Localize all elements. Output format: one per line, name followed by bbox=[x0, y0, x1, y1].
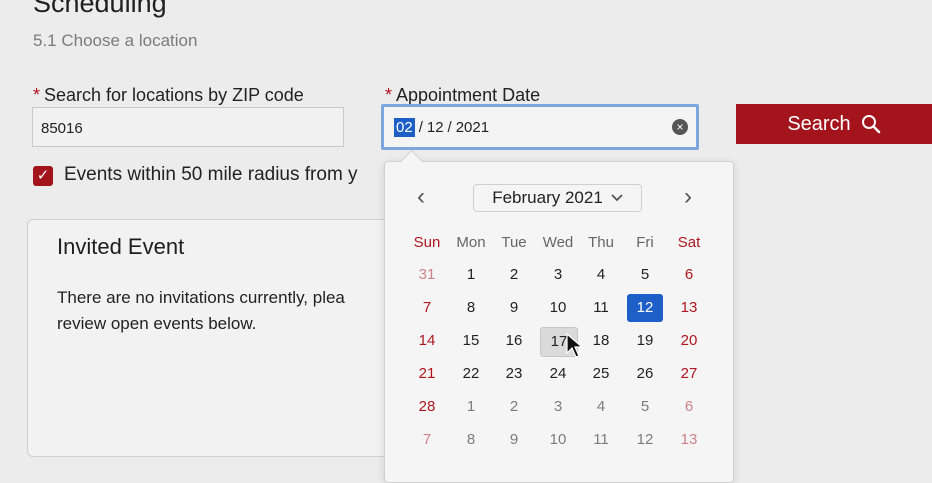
calendar-day[interactable]: 16 bbox=[496, 327, 532, 355]
calendar-day[interactable]: 10 bbox=[540, 426, 576, 454]
appointment-date-input[interactable]: 02 / 12 / 2021 × bbox=[381, 104, 699, 150]
calendar-day[interactable]: 23 bbox=[496, 360, 532, 388]
calendar-day[interactable]: 2 bbox=[496, 261, 532, 289]
weekday-label: Sun bbox=[413, 234, 441, 251]
calendar-day[interactable]: 26 bbox=[627, 360, 663, 388]
calendar-day[interactable]: 7 bbox=[409, 426, 445, 454]
calendar-day[interactable]: 9 bbox=[496, 294, 532, 322]
calendar-day[interactable]: 20 bbox=[671, 327, 707, 355]
date-field-label: * Appointment Date bbox=[385, 85, 540, 106]
calendar-day[interactable]: 9 bbox=[496, 426, 532, 454]
date-separator: / bbox=[447, 118, 452, 136]
search-button[interactable]: Search bbox=[736, 104, 932, 144]
mouse-cursor-icon bbox=[566, 333, 584, 358]
required-marker: * bbox=[385, 85, 393, 105]
date-label-text: Appointment Date bbox=[396, 85, 541, 105]
zip-label-text: Search for locations by ZIP code bbox=[44, 85, 304, 105]
date-separator: / bbox=[418, 118, 423, 136]
calendar-day[interactable]: 2 bbox=[496, 393, 532, 421]
calendar-day[interactable]: 21 bbox=[409, 360, 445, 388]
weekday-label: Wed bbox=[542, 234, 574, 251]
required-marker: * bbox=[33, 85, 41, 105]
weekday-label: Sat bbox=[677, 234, 701, 251]
weekday-label: Tue bbox=[501, 234, 527, 251]
calendar-day[interactable]: 11 bbox=[583, 294, 619, 322]
page-title: Scheduling bbox=[33, 0, 167, 18]
weekday-label: Fri bbox=[636, 234, 654, 251]
calendar-day[interactable]: 12 bbox=[627, 294, 663, 322]
calendar-day[interactable]: 14 bbox=[409, 327, 445, 355]
calendar-day[interactable]: 7 bbox=[409, 294, 445, 322]
calendar-day[interactable]: 10 bbox=[540, 294, 576, 322]
calendar-day[interactable]: 11 bbox=[583, 426, 619, 454]
calendar-day[interactable]: 25 bbox=[583, 360, 619, 388]
invited-event-message: There are no invitations currently, plea… bbox=[57, 285, 384, 337]
calendar-day[interactable]: 19 bbox=[627, 327, 663, 355]
calendar-day[interactable]: 3 bbox=[540, 261, 576, 289]
search-button-label: Search bbox=[787, 112, 851, 135]
calendar-day[interactable]: 13 bbox=[671, 426, 707, 454]
calendar-day[interactable]: 5 bbox=[627, 393, 663, 421]
calendar-day[interactable]: 18 bbox=[583, 327, 619, 355]
calendar-day[interactable]: 22 bbox=[453, 360, 489, 388]
calendar-day[interactable]: 3 bbox=[540, 393, 576, 421]
calendar-day[interactable]: 1 bbox=[453, 393, 489, 421]
date-month-segment[interactable]: 02 bbox=[394, 117, 415, 137]
calendar-day[interactable]: 6 bbox=[671, 261, 707, 289]
calendar-day[interactable]: 6 bbox=[671, 393, 707, 421]
calendar-day[interactable]: 13 bbox=[671, 294, 707, 322]
next-month-chevron-icon[interactable]: › bbox=[684, 183, 692, 211]
calendar-day[interactable]: 27 bbox=[671, 360, 707, 388]
radius-checkbox[interactable]: ✓ bbox=[33, 166, 53, 186]
month-year-label: February 2021 bbox=[492, 188, 603, 207]
calendar-day[interactable]: 28 bbox=[409, 393, 445, 421]
page-subtitle: 5.1 Choose a location bbox=[33, 31, 198, 50]
zip-field-label: * Search for locations by ZIP code bbox=[33, 85, 304, 106]
calendar-day[interactable]: 4 bbox=[583, 393, 619, 421]
prev-month-chevron-icon[interactable]: ‹ bbox=[417, 183, 425, 211]
date-year-segment[interactable]: 2021 bbox=[456, 119, 489, 136]
weekday-label: Thu bbox=[588, 234, 614, 251]
calendar-day[interactable]: 15 bbox=[453, 327, 489, 355]
date-day-segment[interactable]: 12 bbox=[427, 119, 444, 136]
calendar-day[interactable]: 5 bbox=[627, 261, 663, 289]
month-year-select[interactable]: February 2021 bbox=[473, 184, 642, 212]
invited-event-line: There are no invitations currently, plea bbox=[57, 288, 345, 307]
weekday-label: Mon bbox=[456, 234, 486, 251]
invited-event-title: Invited Event bbox=[57, 234, 185, 259]
calendar-day[interactable]: 31 bbox=[409, 261, 445, 289]
clear-icon[interactable]: × bbox=[672, 119, 688, 135]
zip-input[interactable]: 85016 bbox=[32, 107, 344, 147]
calendar-day[interactable]: 4 bbox=[583, 261, 619, 289]
calendar-day[interactable]: 8 bbox=[453, 294, 489, 322]
invited-event-line: review open events below. bbox=[57, 314, 257, 333]
chevron-down-icon bbox=[611, 194, 623, 202]
calendar-day[interactable]: 12 bbox=[627, 426, 663, 454]
radius-checkbox-label: Events within 50 mile radius from y bbox=[64, 164, 358, 185]
search-icon bbox=[861, 115, 880, 134]
calendar-day[interactable]: 1 bbox=[453, 261, 489, 289]
calendar-day[interactable]: 24 bbox=[540, 360, 576, 388]
calendar-day[interactable]: 8 bbox=[453, 426, 489, 454]
